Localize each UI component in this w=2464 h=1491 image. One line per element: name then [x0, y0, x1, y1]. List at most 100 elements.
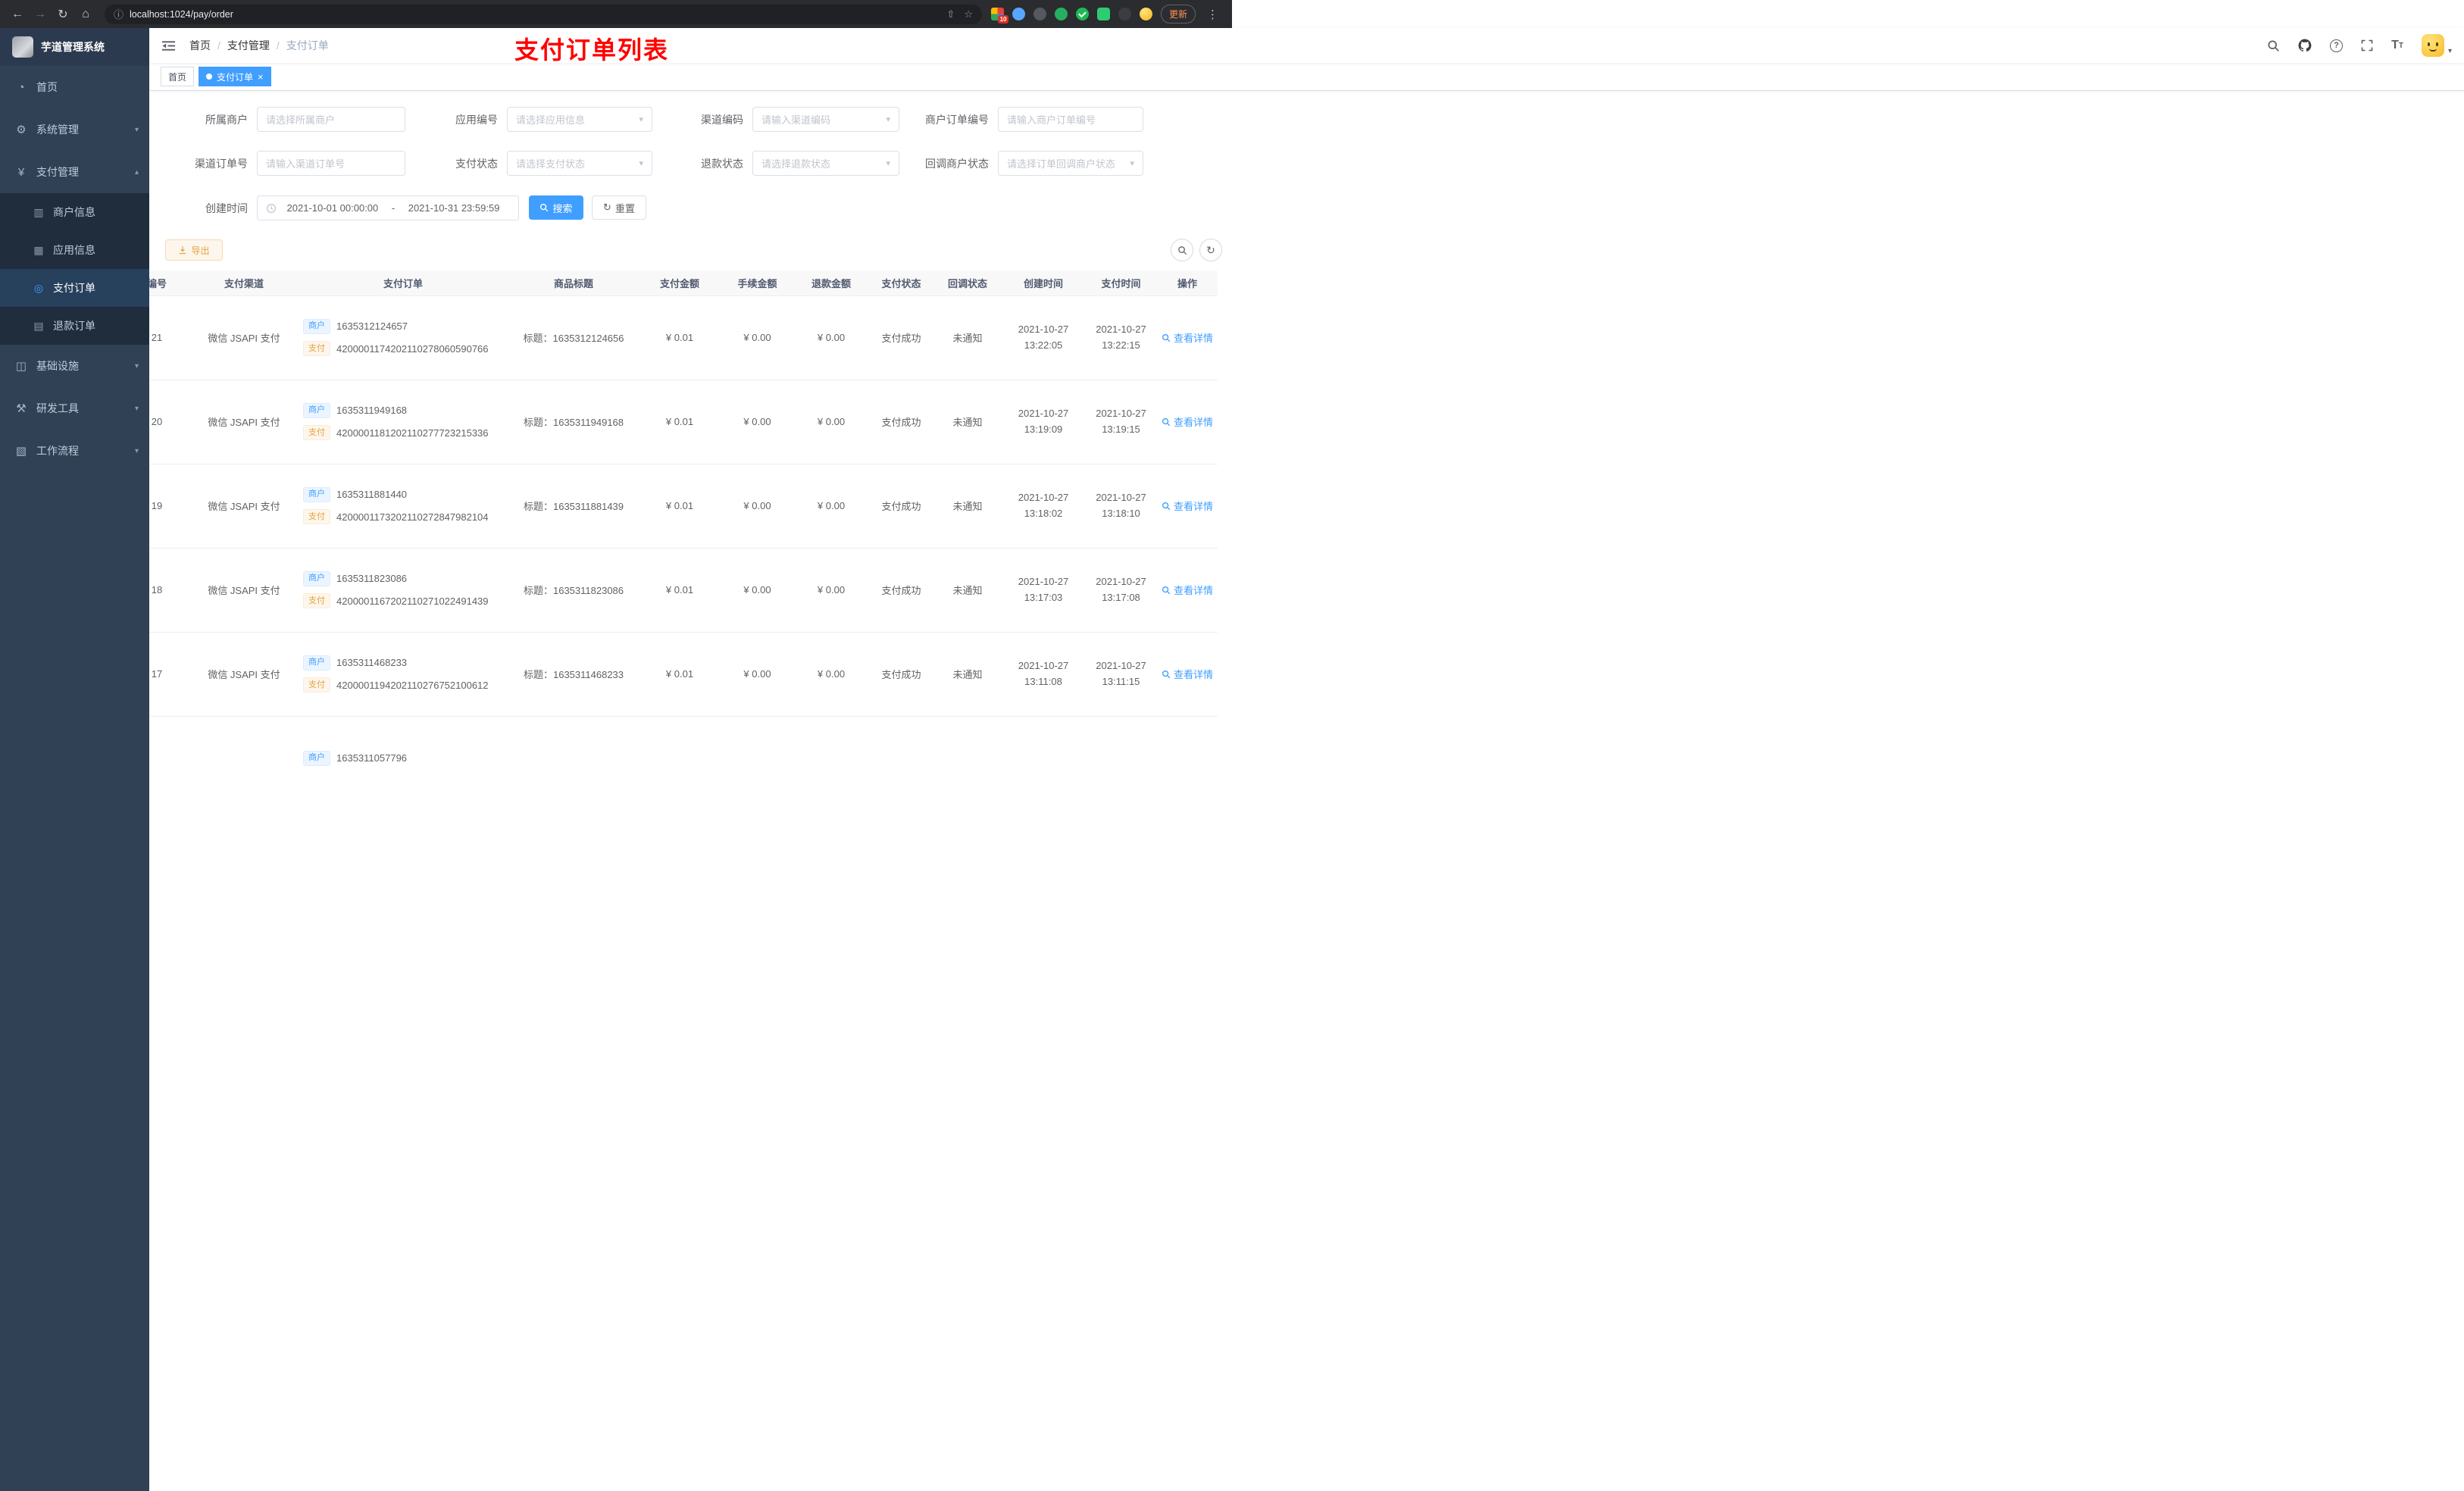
- user-menu[interactable]: ▾: [2421, 34, 2452, 57]
- extension-colorful-icon[interactable]: 10: [990, 8, 1008, 23]
- gear-icon: ⚙: [16, 123, 27, 136]
- view-detail-link[interactable]: 查看详情: [1162, 330, 1213, 345]
- sidebar-item-infra[interactable]: ◫ 基础设施 ▾: [0, 345, 149, 387]
- extension-face-icon[interactable]: [1139, 8, 1152, 20]
- sidebar-item-devtools[interactable]: ⚒ 研发工具 ▾: [0, 387, 149, 430]
- goods-title: 标题：1635311949168: [509, 380, 638, 464]
- fullscreen-icon[interactable]: [2361, 39, 2373, 52]
- pay-channel: 微信 JSAPI 支付: [191, 380, 297, 464]
- merchant-order-no-input[interactable]: 请输入商户订单编号: [998, 107, 1143, 132]
- github-icon[interactable]: [2298, 39, 2312, 52]
- order-id: 19: [149, 464, 191, 549]
- refund-status-select[interactable]: 请选择退款状态 ▾: [752, 151, 899, 176]
- tags-view-bar: 首页 支付订单 ×: [149, 63, 2464, 91]
- col-channel: 支付渠道: [191, 270, 297, 296]
- pay-amount: ¥ 0.01: [638, 380, 721, 464]
- tab-label: 支付订单: [217, 71, 254, 83]
- sidebar: 芋道管理系统 ◔ 首页 ⚙ 系统管理 ▾ ¥ 支付管理 ▴ ▥ 商户信息 ▦ 应…: [0, 28, 149, 1491]
- app-id-select[interactable]: 请选择应用信息 ▾: [507, 107, 652, 132]
- browser-forward-icon[interactable]: →: [30, 5, 50, 24]
- table-row: 20 微信 JSAPI 支付 商户 1635311949168 支付 4200001…: [149, 380, 1218, 464]
- table-row: 17 微信 JSAPI 支付 商户 1635311468233 支付 4200001…: [149, 632, 1218, 717]
- sidebar-item-app-info[interactable]: ▦ 应用信息: [0, 231, 149, 269]
- browser-home-icon[interactable]: ⌂: [76, 5, 95, 24]
- extension-check-icon[interactable]: [1075, 8, 1089, 20]
- refund-amount: ¥ 0.00: [793, 632, 869, 717]
- notify-status-select[interactable]: 请选择订单回调商户状态 ▾: [998, 151, 1143, 176]
- browser-reload-icon[interactable]: ↻: [53, 5, 73, 24]
- placeholder-text: 请选择支付状态: [516, 158, 586, 170]
- view-detail-link[interactable]: 查看详情: [1162, 499, 1213, 513]
- extension-green-icon[interactable]: [1054, 8, 1068, 20]
- extension-chat-icon[interactable]: [1096, 8, 1110, 20]
- pay-channel: 微信 JSAPI 支付: [191, 632, 297, 717]
- share-icon[interactable]: ⇧: [946, 8, 955, 20]
- notify-status: 未通知: [933, 380, 1002, 464]
- sidebar-item-label: 退款订单: [53, 320, 95, 332]
- browser-menu-icon[interactable]: ⋮: [1204, 8, 1221, 21]
- export-button[interactable]: 导出: [165, 239, 223, 261]
- sidebar-item-label: 商户信息: [53, 206, 95, 218]
- merchant-select[interactable]: 请选择所属商户: [257, 107, 405, 132]
- extension-blue-icon[interactable]: [1012, 8, 1025, 20]
- breadcrumb-home[interactable]: 首页: [189, 38, 211, 53]
- filter-label: 回调商户状态: [925, 157, 989, 170]
- channel-order-no-input[interactable]: 请输入渠道订单号: [257, 151, 405, 176]
- avatar: [2421, 34, 2444, 57]
- grid-icon: ▦: [33, 243, 44, 256]
- breadcrumb-current: 支付订单: [286, 39, 329, 52]
- refund-amount: ¥ 0.00: [793, 295, 869, 380]
- goods-title: 标题：1635311468233: [509, 632, 638, 717]
- address-bar[interactable]: ⓘ localhost:1024/pay/order ⇧ ☆: [105, 4, 982, 24]
- browser-update-button[interactable]: 更新: [1160, 5, 1196, 23]
- font-size-icon[interactable]: TT: [2391, 39, 2403, 52]
- help-icon[interactable]: ?: [2330, 39, 2344, 52]
- filter-label: 应用编号: [455, 113, 498, 126]
- sidebar-item-workflow[interactable]: ▧ 工作流程 ▾: [0, 430, 149, 472]
- chevron-down-icon: ▾: [2447, 47, 2452, 55]
- create-time-range-picker[interactable]: 2021-10-01 00:00:00 - 2021-10-31 23:59:5…: [257, 195, 519, 220]
- sidebar-item-payment[interactable]: ¥ 支付管理 ▴: [0, 151, 149, 193]
- chevron-down-icon: ▾: [886, 159, 890, 168]
- breadcrumb-pay-manage[interactable]: 支付管理: [227, 38, 270, 53]
- col-title: 商品标题: [509, 270, 638, 296]
- close-icon[interactable]: ×: [258, 72, 264, 82]
- sidebar-item-home[interactable]: ◔ 首页: [0, 66, 149, 108]
- sidebar-fold-icon[interactable]: [161, 39, 176, 53]
- browser-back-icon[interactable]: ←: [8, 5, 27, 24]
- merchant-order-no: 1635312124657: [336, 320, 408, 333]
- toggle-search-button[interactable]: [1171, 239, 1193, 261]
- filter-label: 渠道编码: [701, 113, 743, 126]
- extension-puzzle-icon[interactable]: [1118, 8, 1131, 20]
- order-id: 21: [149, 295, 191, 380]
- merchant-tag: 商户: [303, 570, 330, 586]
- search-icon[interactable]: [2267, 39, 2280, 52]
- page-content: 所属商户 请选择所属商户 应用编号 请选择应用信息 ▾ 渠道编码 请输入渠道编码…: [149, 91, 2464, 1491]
- sidebar-item-system[interactable]: ⚙ 系统管理 ▾: [0, 108, 149, 151]
- sidebar-item-pay-order[interactable]: ◎ 支付订单: [0, 269, 149, 307]
- page-annotation: 支付订单列表: [514, 36, 670, 64]
- extension-dark-icon[interactable]: [1033, 8, 1046, 20]
- tab-pay-order[interactable]: 支付订单 ×: [199, 67, 271, 86]
- view-detail-link[interactable]: 查看详情: [1162, 414, 1213, 429]
- reset-button[interactable]: ↻ 重置: [592, 195, 646, 220]
- tab-home[interactable]: 首页: [161, 67, 195, 86]
- view-detail-link[interactable]: 查看详情: [1162, 583, 1213, 597]
- sidebar-item-merchant-info[interactable]: ▥ 商户信息: [0, 193, 149, 231]
- search-button[interactable]: 搜索: [529, 195, 583, 220]
- pay-status: 支付成功: [869, 295, 933, 380]
- pay-status-select[interactable]: 请选择支付状态 ▾: [507, 151, 652, 176]
- view-detail-link[interactable]: 查看详情: [1162, 667, 1213, 681]
- refresh-table-button[interactable]: ↻: [1199, 239, 1222, 261]
- channel-code-select[interactable]: 请输入渠道编码 ▾: [752, 107, 899, 132]
- col-id: 编号: [149, 270, 191, 296]
- app-logo[interactable]: 芋道管理系统: [0, 28, 149, 66]
- date-end-value: 2021-10-31 23:59:59: [408, 202, 500, 214]
- orders-table: 编号 支付渠道 支付订单 商品标题 支付金额 手续金额 退款金额 支付状态 回调…: [149, 270, 1218, 800]
- bookmark-star-icon[interactable]: ☆: [964, 8, 973, 20]
- site-info-icon[interactable]: ⓘ: [114, 7, 124, 21]
- sidebar-item-refund-order[interactable]: ▤ 退款订单: [0, 307, 149, 345]
- date-separator: -: [391, 202, 396, 214]
- merchant-tag: 商户: [303, 750, 330, 766]
- table-header-row: 编号 支付渠道 支付订单 商品标题 支付金额 手续金额 退款金额 支付状态 回调…: [149, 270, 1218, 296]
